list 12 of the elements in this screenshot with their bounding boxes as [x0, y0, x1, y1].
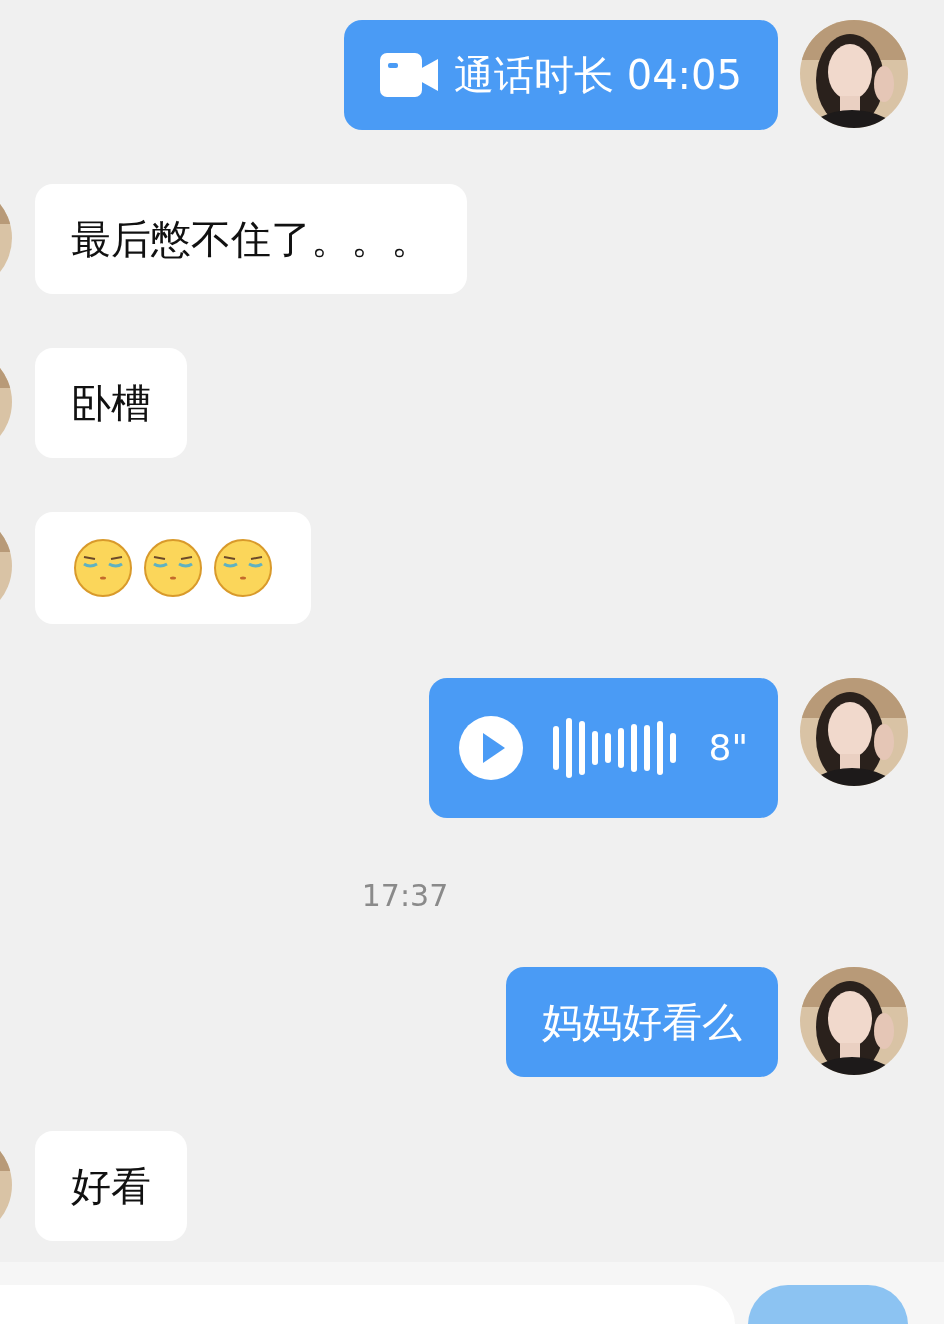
message-bubble: 最后憋不住了。。。: [35, 184, 467, 294]
timestamp: 17:37: [361, 878, 449, 913]
play-icon: [458, 716, 523, 780]
message-bubble: 好看: [35, 1131, 187, 1241]
message-bubble: 卧槽: [35, 348, 187, 458]
call-duration-bubble[interactable]: 通话时长 04:05: [344, 20, 778, 130]
squint-face-icon: [73, 538, 133, 598]
video-camera-icon: [380, 53, 438, 97]
squint-face-icon: [143, 538, 203, 598]
squint-face-icon: [213, 538, 273, 598]
message-bubble: 妈妈好看么: [506, 967, 778, 1077]
voice-message-bubble[interactable]: 8": [428, 678, 778, 818]
